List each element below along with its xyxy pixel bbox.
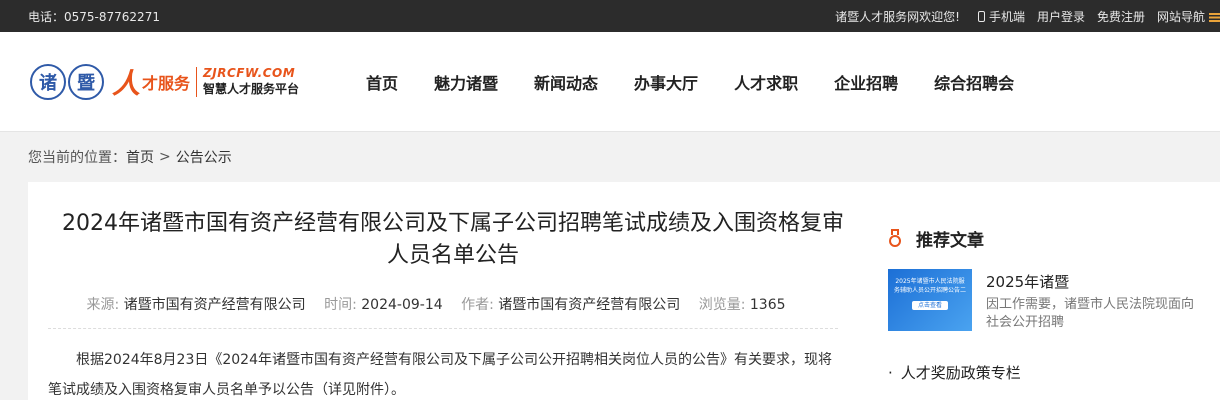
site-logo[interactable]: 诸 暨 人 才服务 ZJRCFW.COM 智慧人才服务平台 bbox=[30, 62, 330, 102]
recommended-article[interactable]: 2025年诸暨市人民法院服务辅助人员公开招聘公告二 点击查看 2025年诸暨 因… bbox=[888, 269, 1198, 332]
logo-domain: ZJRCFW.COM bbox=[203, 66, 296, 80]
phone-label: 电话： bbox=[28, 9, 65, 24]
recommended-article-desc: 因工作需要，诸暨市人民法院现面向社会公开招聘 bbox=[986, 297, 1195, 330]
phone-number: 0575-87762271 bbox=[64, 9, 160, 24]
logo-seal-zhu: 诸 bbox=[30, 63, 66, 100]
logo-divider bbox=[196, 66, 198, 97]
recommended-header: 推荐文章 bbox=[888, 226, 1198, 251]
breadcrumb-home[interactable]: 首页 bbox=[126, 147, 154, 167]
views-label: 浏览量: bbox=[698, 297, 746, 313]
article-thumbnail[interactable]: 2025年诸暨市人民法院服务辅助人员公开招聘公告二 点击查看 bbox=[888, 269, 972, 331]
author-label: 作者: bbox=[461, 297, 494, 313]
thumbnail-button: 点击查看 bbox=[911, 301, 948, 310]
views-value: 1365 bbox=[749, 297, 786, 313]
nav-home[interactable]: 首页 bbox=[366, 70, 398, 94]
menu-icon bbox=[1209, 12, 1220, 22]
register-link[interactable]: 免费注册 bbox=[1097, 8, 1145, 25]
mobile-phone-icon bbox=[977, 10, 985, 22]
article-body: 根据2024年8月23日《2024年诸暨市国有资产经营有限公司及下属子公司公开招… bbox=[48, 352, 832, 398]
top-bar: 电话：0575-87762271 诸暨人才服务网欢迎您! 手机端 用户登录 免费… bbox=[0, 0, 1220, 32]
nav-recruitment[interactable]: 企业招聘 bbox=[834, 70, 898, 94]
content-area: 2024年诸暨市国有资产经营有限公司及下属子公司招聘笔试成绩及入围资格复审 人员… bbox=[28, 182, 1220, 400]
author-value: 诸暨市国有资产经营有限公司 bbox=[498, 297, 681, 313]
site-nav-link[interactable]: 网站导航 bbox=[1157, 8, 1220, 25]
medal-icon bbox=[888, 228, 902, 249]
source-label: 来源: bbox=[86, 297, 120, 313]
nav-job-seeking[interactable]: 人才求职 bbox=[734, 70, 798, 94]
breadcrumb-separator: > bbox=[159, 149, 171, 165]
nav-job-fair[interactable]: 综合招聘会 bbox=[934, 70, 1014, 94]
welcome-text: 诸暨人才服务网欢迎您! bbox=[835, 9, 960, 24]
nav-service-hall[interactable]: 办事大厅 bbox=[634, 70, 698, 94]
sidebar: 推荐文章 2025年诸暨市人民法院服务辅助人员公开招聘公告二 点击查看 2025… bbox=[858, 182, 1198, 400]
main-nav: 首页 魅力诸暨 新闻动态 办事大厅 人才求职 企业招聘 综合招聘会 bbox=[366, 70, 1050, 94]
source-value: 诸暨市国有资产经营有限公司 bbox=[123, 297, 306, 313]
breadcrumb: 您当前的位置： 首页 > 公告公示 bbox=[0, 132, 1220, 182]
article: 2024年诸暨市国有资产经营有限公司及下属子公司招聘笔试成绩及入围资格复审 人员… bbox=[28, 182, 858, 400]
thumbnail-text: 2025年诸暨市人民法院服务辅助人员公开招聘公告二 bbox=[894, 278, 967, 294]
breadcrumb-prefix: 您当前的位置： bbox=[28, 150, 126, 166]
article-title: 2024年诸暨市国有资产经营有限公司及下属子公司招聘笔试成绩及入围资格复审 人员… bbox=[62, 211, 844, 268]
article-meta: 来源: 诸暨市国有资产经营有限公司 时间: 2024-09-14 作者: 诸暨市… bbox=[48, 294, 838, 329]
time-label: 时间: bbox=[324, 297, 357, 313]
logo-ren: 人 bbox=[112, 66, 141, 100]
logo-seal-ji: 暨 bbox=[68, 63, 104, 100]
policy-column-link[interactable]: · 人才奖励政策专栏 bbox=[888, 362, 1198, 383]
logo-cai: 才服务 bbox=[142, 73, 191, 93]
time-value: 2024-09-14 bbox=[361, 297, 443, 313]
login-link[interactable]: 用户登录 bbox=[1037, 8, 1085, 25]
header: 诸 暨 人 才服务 ZJRCFW.COM 智慧人才服务平台 首页 魅力诸暨 新闻… bbox=[0, 32, 1220, 132]
mobile-link[interactable]: 手机端 bbox=[977, 8, 1025, 25]
breadcrumb-current[interactable]: 公告公示 bbox=[176, 147, 232, 167]
recommended-title: 推荐文章 bbox=[916, 231, 984, 251]
nav-charm-zhuji[interactable]: 魅力诸暨 bbox=[434, 70, 498, 94]
contact-phone: 电话：0575-87762271 bbox=[28, 8, 160, 25]
recommended-article-title[interactable]: 2025年诸暨 bbox=[986, 271, 1196, 292]
bullet-dot: · bbox=[888, 364, 893, 382]
logo-slogan: 智慧人才服务平台 bbox=[203, 82, 300, 96]
nav-news[interactable]: 新闻动态 bbox=[534, 70, 598, 94]
policy-label: 人才奖励政策专栏 bbox=[900, 364, 1021, 382]
